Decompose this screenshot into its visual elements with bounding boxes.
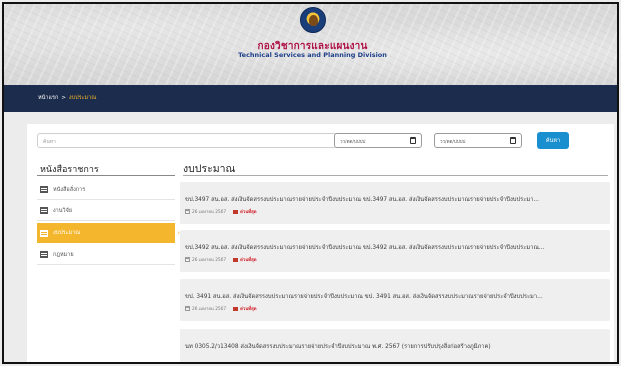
list-item-title[interactable]: ขป. 3491 สน.อส. ส่งเงินจัดสรรงบประมาณราย… bbox=[185, 291, 603, 301]
sidebar-item-label: งบประมาณ bbox=[53, 230, 81, 236]
sidebar-item-research[interactable]: งานวิจัย bbox=[37, 201, 175, 221]
priority-badge: ด่วนที่สุด bbox=[240, 210, 257, 215]
document-icon bbox=[40, 186, 48, 193]
list-item-title[interactable]: นท 0305.2/ว13408 ส่งเงินจัดสรรงบประมาณรา… bbox=[185, 341, 603, 351]
document-icon bbox=[40, 229, 48, 237]
list-item-title[interactable]: ขป.3492 สน.อส. ส่งเงินจัดสรรงบประมาณรายจ… bbox=[185, 242, 603, 252]
calendar-icon[interactable] bbox=[410, 137, 416, 144]
breadcrumb-separator: > bbox=[61, 95, 66, 101]
priority-icon bbox=[233, 306, 239, 311]
search-input[interactable]: ค้นหา bbox=[37, 133, 337, 148]
sidebar-item-label: กฎหมาย bbox=[53, 251, 74, 258]
date-from-input[interactable]: วว/ดด/ปปปป bbox=[334, 133, 422, 148]
sidebar-item-orders[interactable]: หนังสือสั่งการ bbox=[37, 180, 175, 200]
priority-badge: ด่วนที่สุด bbox=[240, 258, 257, 263]
sidebar-item-law[interactable]: กฎหมาย bbox=[37, 245, 175, 265]
document-icon bbox=[40, 207, 48, 214]
date-to-placeholder: วว/ดด/ปปปป bbox=[440, 140, 466, 145]
priority-icon bbox=[233, 257, 239, 262]
sidebar-divider bbox=[37, 175, 175, 176]
list-item-date: 26 เมษายน 2567 bbox=[192, 210, 227, 215]
list-item[interactable]: ขป.3492 สน.อส. ส่งเงินจัดสรรงบประมาณรายจ… bbox=[180, 230, 610, 272]
content-panel: ค้นหา วว/ดด/ปปปป วว/ดด/ปปปป ค้นหา หนังสื… bbox=[27, 124, 614, 362]
list-item-date: 26 เมษายน 2567 bbox=[192, 307, 227, 312]
sidebar-item-label: งานวิจัย bbox=[53, 207, 73, 214]
breadcrumb-home-link[interactable]: หน้าแรก bbox=[38, 94, 58, 102]
document-icon bbox=[40, 251, 48, 258]
calendar-icon bbox=[185, 257, 190, 262]
list-item[interactable]: นท 0305.2/ว13408 ส่งเงินจัดสรรงบประมาณรา… bbox=[180, 329, 610, 362]
search-button[interactable]: ค้นหา bbox=[537, 132, 569, 149]
browser-viewport: กองวิชาการและแผนงาน Technical Services a… bbox=[2, 2, 619, 364]
site-header: กองวิชาการและแผนงาน Technical Services a… bbox=[4, 4, 617, 85]
priority-badge: ด่วนที่สุด bbox=[240, 307, 257, 312]
calendar-icon[interactable] bbox=[510, 137, 516, 144]
list-item-date: 26 เมษายน 2567 bbox=[192, 258, 227, 263]
title-divider bbox=[183, 175, 608, 176]
calendar-icon bbox=[185, 306, 190, 311]
list-item-meta: 26 เมษายน 2567 ด่วนที่สุด bbox=[185, 208, 257, 215]
list-item[interactable]: ขป. 3491 สน.อส. ส่งเงินจัดสรรงบประมาณราย… bbox=[180, 279, 610, 321]
breadcrumb-current: งบประมาณ bbox=[68, 95, 97, 101]
sidebar-item-budget[interactable]: งบประมาณ › bbox=[37, 223, 180, 243]
department-logo[interactable] bbox=[300, 7, 326, 33]
priority-icon bbox=[233, 209, 239, 214]
list-item-meta: 26 เมษายน 2567 ด่วนที่สุด bbox=[185, 305, 257, 312]
sidebar-title: หนังสือราชการ bbox=[40, 165, 99, 175]
list-item-meta: 26 เมษายน 2567 ด่วนที่สุด bbox=[185, 256, 257, 263]
breadcrumb-bar: หน้าแรก > งบประมาณ bbox=[4, 85, 617, 112]
sidebar-item-label: หนังสือสั่งการ bbox=[53, 186, 86, 193]
list-item[interactable]: ขป.3497 สน.อส. ส่งเงินจัดสรรงบประมาณรายจ… bbox=[180, 182, 610, 224]
list-item-title[interactable]: ขป.3497 สน.อส. ส่งเงินจัดสรรงบประมาณรายจ… bbox=[185, 194, 603, 204]
calendar-icon bbox=[185, 209, 190, 214]
org-name-english: Technical Services and Planning Division bbox=[238, 51, 387, 59]
breadcrumb: หน้าแรก > งบประมาณ bbox=[38, 94, 96, 102]
date-to-input[interactable]: วว/ดด/ปปปป bbox=[434, 133, 522, 148]
date-from-placeholder: วว/ดด/ปปปป bbox=[340, 140, 366, 145]
